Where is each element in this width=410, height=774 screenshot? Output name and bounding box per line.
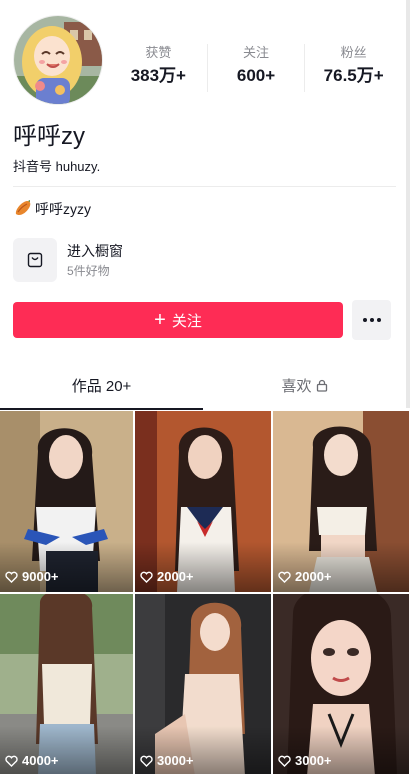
stat-label: 粉丝 <box>340 45 367 60</box>
like-count: 3000+ <box>278 753 332 768</box>
video-thumbnail[interactable]: 3000+ <box>273 594 409 774</box>
like-count-text: 9000+ <box>22 569 59 584</box>
divider <box>13 186 396 187</box>
video-thumbnail[interactable]: 9000+ <box>0 411 133 592</box>
shopping-bag-icon <box>13 238 57 282</box>
nickname: 呼呼zy <box>13 123 85 150</box>
more-dot-icon <box>362 318 367 322</box>
more-dot-icon <box>369 318 374 322</box>
like-count: 4000+ <box>5 753 59 768</box>
tab-likes[interactable]: 喜欢 <box>203 368 406 410</box>
tab-label: 作品 20+ <box>71 378 132 395</box>
heart-icon <box>140 571 153 583</box>
plus-icon: + <box>154 309 166 331</box>
sweet-potato-icon <box>13 199 33 219</box>
tab-label: 喜欢 <box>281 378 312 395</box>
like-count: 9000+ <box>5 569 59 584</box>
like-count-text: 4000+ <box>22 753 59 768</box>
avatar[interactable] <box>13 15 103 105</box>
video-thumbnail[interactable]: 4000+ <box>0 594 133 774</box>
shop-subtitle: 5件好物 <box>67 264 110 278</box>
thumbnail-shade <box>135 542 271 592</box>
more-options-button[interactable] <box>352 300 391 340</box>
heart-icon <box>5 571 18 583</box>
heart-icon <box>278 571 291 583</box>
more-dot-icon <box>376 318 381 322</box>
signature-text: 呼呼zyzy <box>35 201 91 217</box>
stat-label: 关注 <box>243 45 270 60</box>
video-thumbnail[interactable]: 3000+ <box>135 594 271 774</box>
stat-value: 76.5万+ <box>323 66 384 85</box>
like-count: 3000+ <box>140 753 194 768</box>
douyin-id: 抖音号 huhuzy. <box>13 159 101 174</box>
like-count-text: 3000+ <box>157 753 194 768</box>
like-count-text: 2000+ <box>157 569 194 584</box>
thumbnail-shade <box>0 542 133 592</box>
tab-works[interactable]: 作品 20+ <box>0 368 203 410</box>
stat-likes[interactable]: 获赞 383万+ <box>110 44 207 92</box>
heart-icon <box>278 755 291 767</box>
like-count: 2000+ <box>140 569 194 584</box>
stat-followers[interactable]: 粉丝 76.5万+ <box>304 44 402 92</box>
shop-title: 进入橱窗 <box>67 243 123 259</box>
like-count: 2000+ <box>278 569 332 584</box>
lock-icon <box>316 375 328 395</box>
scrollbar[interactable] <box>406 0 410 408</box>
video-thumbnail[interactable]: 2000+ <box>273 411 409 592</box>
stat-following[interactable]: 关注 600+ <box>206 44 305 92</box>
follow-label: 关注 <box>171 312 202 330</box>
stat-value: 383万+ <box>130 66 186 85</box>
video-grid: 9000+ 2000+ 2000+ 4000+ 3000+ 3000+ <box>0 411 410 774</box>
heart-icon <box>140 755 153 767</box>
thumbnail-shade <box>273 542 409 592</box>
stats-bar: 获赞 383万+ 关注 600+ 粉丝 76.5万+ <box>110 44 402 92</box>
like-count-text: 2000+ <box>295 569 332 584</box>
stat-label: 获赞 <box>145 45 172 60</box>
content-tabs: 作品 20+ 喜欢 <box>0 368 406 410</box>
heart-icon <box>5 755 18 767</box>
follow-button[interactable]: + 关注 <box>13 302 343 338</box>
signature: 呼呼zyzy <box>13 199 91 219</box>
video-thumbnail[interactable]: 2000+ <box>135 411 271 592</box>
shop-window-entry[interactable]: 进入橱窗 5件好物 <box>13 238 123 282</box>
avatar-illustration <box>14 16 102 104</box>
like-count-text: 3000+ <box>295 753 332 768</box>
stat-value: 600+ <box>236 66 276 85</box>
